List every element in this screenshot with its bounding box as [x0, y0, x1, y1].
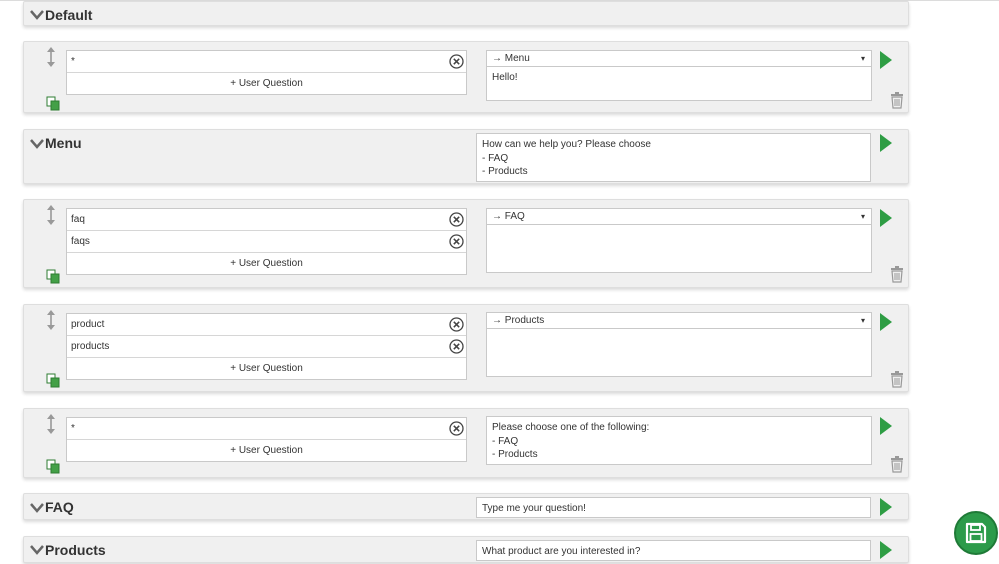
play-icon[interactable]: [880, 51, 892, 69]
target-state-select[interactable]: → Products ▾: [487, 313, 871, 329]
response-text[interactable]: [487, 329, 871, 337]
copy-icon[interactable]: [46, 459, 60, 474]
play-icon[interactable]: [880, 209, 892, 227]
sort-arrows-icon[interactable]: [46, 46, 56, 68]
response-box: → FAQ ▾: [486, 208, 872, 273]
state-response-text[interactable]: Type me your question!: [476, 497, 871, 518]
state-default-header: Default: [23, 1, 909, 26]
play-icon[interactable]: [880, 134, 892, 152]
save-button[interactable]: [954, 511, 998, 555]
response-text[interactable]: Please choose one of the following: - FA…: [487, 417, 871, 466]
response-box: Please choose one of the following: - FA…: [486, 416, 872, 465]
add-user-question-button[interactable]: + User Question: [67, 358, 466, 379]
question-input[interactable]: *: [71, 56, 75, 67]
chevron-down-icon[interactable]: [30, 139, 44, 149]
target-state-value: → Products: [492, 315, 545, 326]
state-response-text[interactable]: How can we help you? Please choose - FAQ…: [476, 133, 871, 182]
state-response-text[interactable]: What product are you interested in?: [476, 540, 871, 561]
user-questions: faq faqs + User Question: [66, 208, 467, 275]
question-input[interactable]: faq: [71, 214, 85, 225]
play-icon[interactable]: [880, 313, 892, 331]
response-text[interactable]: Hello!: [487, 67, 871, 89]
copy-icon[interactable]: [46, 96, 60, 111]
chevron-down-icon[interactable]: [30, 545, 44, 555]
question-input[interactable]: products: [71, 341, 109, 352]
question-row: faq: [67, 209, 466, 231]
user-questions: * + User Question: [66, 50, 467, 95]
user-questions: * + User Question: [66, 417, 467, 462]
response-text[interactable]: [487, 225, 871, 233]
dropdown-caret-icon: ▾: [860, 54, 865, 63]
state-title[interactable]: Menu: [45, 135, 82, 151]
trash-icon[interactable]: [890, 371, 904, 388]
sort-arrows-icon[interactable]: [46, 204, 56, 226]
play-icon[interactable]: [880, 498, 892, 516]
sort-arrows-icon[interactable]: [46, 413, 56, 435]
target-state-value: → FAQ: [492, 211, 525, 222]
add-user-question-button[interactable]: + User Question: [67, 440, 466, 461]
close-circle-icon[interactable]: [449, 421, 464, 436]
play-icon[interactable]: [880, 417, 892, 435]
trash-icon[interactable]: [890, 456, 904, 473]
add-user-question-button[interactable]: + User Question: [67, 253, 466, 274]
copy-icon[interactable]: [46, 373, 60, 388]
trash-icon[interactable]: [890, 92, 904, 109]
state-title[interactable]: FAQ: [45, 499, 74, 515]
copy-icon[interactable]: [46, 269, 60, 284]
chevron-down-icon[interactable]: [30, 10, 44, 20]
close-circle-icon[interactable]: [449, 339, 464, 354]
question-row: *: [67, 51, 466, 73]
close-circle-icon[interactable]: [449, 317, 464, 332]
sort-arrows-icon[interactable]: [46, 309, 56, 331]
add-user-question-button[interactable]: + User Question: [67, 73, 466, 94]
user-questions: product products + User Question: [66, 313, 467, 380]
state-title[interactable]: Default: [45, 7, 92, 23]
target-state-value: → Menu: [492, 53, 530, 64]
question-row: products: [67, 336, 466, 358]
state-title[interactable]: Products: [45, 542, 106, 558]
question-row: *: [67, 418, 466, 440]
chevron-down-icon[interactable]: [30, 503, 44, 513]
trash-icon[interactable]: [890, 266, 904, 283]
response-box: → Products ▾: [486, 312, 872, 377]
question-input[interactable]: *: [71, 423, 75, 434]
play-icon[interactable]: [880, 541, 892, 559]
close-circle-icon[interactable]: [449, 54, 464, 69]
question-row: faqs: [67, 231, 466, 253]
state-faq-header: FAQ Type me your question!: [23, 493, 909, 520]
question-input[interactable]: faqs: [71, 236, 90, 247]
state-menu-header: Menu How can we help you? Please choose …: [23, 129, 909, 184]
close-circle-icon[interactable]: [449, 212, 464, 227]
state-products-header: Products What product are you interested…: [23, 536, 909, 563]
target-state-select[interactable]: → FAQ ▾: [487, 209, 871, 225]
response-box: → Menu ▾ Hello!: [486, 50, 872, 101]
dropdown-caret-icon: ▾: [860, 212, 865, 221]
question-row: product: [67, 314, 466, 336]
target-state-select[interactable]: → Menu ▾: [487, 51, 871, 67]
close-circle-icon[interactable]: [449, 234, 464, 249]
dropdown-caret-icon: ▾: [860, 316, 865, 325]
question-input[interactable]: product: [71, 319, 104, 330]
